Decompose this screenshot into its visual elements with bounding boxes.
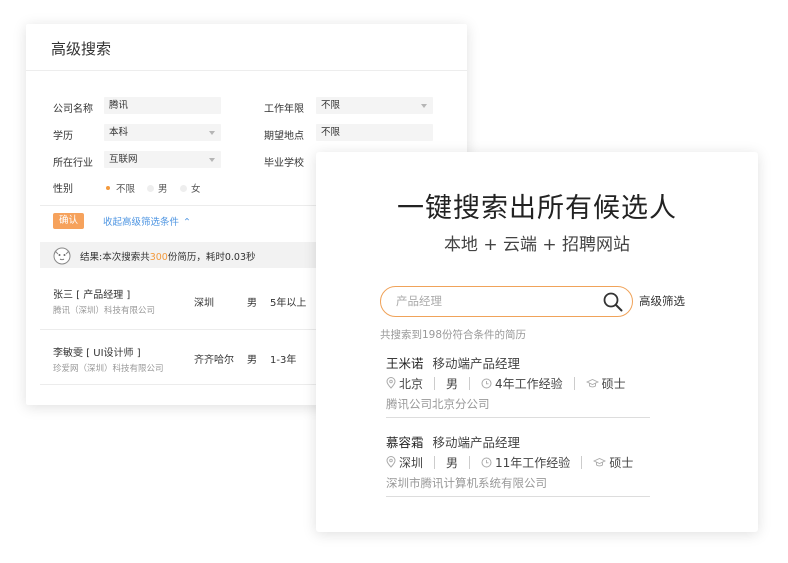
school-label: 毕业学校 [264,158,304,169]
gender-label: 性别 [53,184,73,195]
clock-icon [481,457,492,467]
meta-separator [434,455,436,469]
graduation-cap-icon [585,378,599,387]
meta-separator [469,455,471,469]
industry-select[interactable]: 互联网 [104,151,221,168]
education-label: 学历 [53,131,73,142]
row-name: 李敏雯 [ UI设计师 ] [53,348,141,359]
collapse-filters-link[interactable]: 收起高级筛选条件 ⌃ [103,214,191,228]
years-select[interactable]: 不限 [316,97,433,114]
education-value: 本科 [109,127,129,138]
candidate-city: 北京 [386,375,423,392]
result-count: 300 [149,252,168,263]
candidate-card[interactable]: 王米诺 移动端产品经理 北京 男 4年工作经验 硕士 腾讯公司北京分公司 [386,353,650,433]
collapse-label: 收起高级筛选条件 [103,217,180,228]
row-city: 深圳 [194,298,214,309]
candidate-meta: 北京 男 4年工作经验 硕士 [386,375,626,391]
header-divider [26,70,467,71]
radio-dot [180,184,187,192]
result-summary: 结果:本次搜索共300份简历，耗时0.03秒 [80,249,256,263]
degree-text: 硕士 [609,455,634,470]
candidate-name: 慕容霜 [386,435,424,450]
search-promo-panel: 一键搜索出所有候选人 本地 + 云端 + 招聘网站 高级筛选 共搜索到198份符… [316,152,758,532]
city-text: 北京 [399,376,424,391]
radio-label: 不限 [116,184,136,195]
candidate-city: 深圳 [386,454,423,471]
radio-dot [147,184,154,192]
candidate-company: 深圳市腾讯计算机系统有限公司 [386,476,547,490]
company-label: 公司名称 [53,104,93,115]
candidate-meta: 深圳 男 11年工作经验 硕士 [386,454,633,470]
location-label: 期望地点 [264,131,304,142]
location-pin-icon [386,456,396,468]
row-company: 腾讯（深圳）科技有限公司 [53,306,156,316]
industry-label: 所在行业 [53,158,93,169]
confirm-button[interactable]: 确认 [53,213,84,229]
candidate-position: 移动端产品经理 [432,435,521,450]
mascot-icon [53,247,71,265]
experience-text: 11年工作经验 [495,455,571,470]
chevron-down-icon [421,104,427,108]
chevron-up-icon: ⌃ [183,217,191,228]
years-value: 不限 [321,100,341,111]
headline: 一键搜索出所有候选人 [397,193,677,224]
radio-dot [106,186,110,190]
advanced-filter-link[interactable]: 高级筛选 [639,293,685,309]
search-input[interactable] [396,287,596,315]
chevron-down-icon [209,131,215,135]
degree-text: 硕士 [601,376,626,391]
candidate-heading: 慕容霜 移动端产品经理 [386,432,520,451]
graduation-cap-icon [593,457,607,466]
meta-separator [573,376,575,390]
candidate-gender: 男 [446,455,459,470]
row-gender: 男 [247,298,257,309]
education-select[interactable]: 本科 [104,124,221,141]
company-field[interactable]: 腾讯 [104,97,221,114]
candidate-experience: 4年工作经验 [481,375,563,392]
radio-label: 男 [158,184,168,195]
candidate-company: 腾讯公司北京分公司 [386,397,490,411]
gender-radio-female[interactable]: 女 [180,181,201,195]
row-city: 齐齐哈尔 [194,355,234,366]
result-count-text: 共搜索到198份符合条件的简历 [380,329,527,341]
row-name: 张三 [ 产品经理 ] [53,290,131,301]
candidate-divider [386,496,650,497]
result-suffix: 份简历，耗时0.03秒 [167,252,256,263]
meta-separator [469,376,471,390]
candidate-divider [386,417,650,418]
row-gender: 男 [247,355,257,366]
row-years: 1-3年 [270,355,297,366]
candidate-card[interactable]: 慕容霜 移动端产品经理 深圳 男 11年工作经验 硕士 深圳市腾讯计算机系统有限公… [386,432,650,512]
candidate-position: 移动端产品经理 [432,356,521,371]
search-box[interactable] [380,286,633,317]
experience-text: 4年工作经验 [495,376,563,391]
chevron-down-icon [209,158,215,162]
candidate-gender: 男 [446,376,459,391]
row-company: 珍爱网（深圳）科技有限公司 [53,364,164,374]
city-text: 深圳 [399,455,424,470]
meta-separator [434,376,436,390]
candidate-heading: 王米诺 移动端产品经理 [386,353,520,372]
candidate-degree: 硕士 [593,454,633,471]
industry-value: 互联网 [109,154,138,165]
location-field[interactable]: 不限 [316,124,433,141]
location-pin-icon [386,377,396,389]
gender-radio-any[interactable]: 不限 [104,181,135,195]
candidate-experience: 11年工作经验 [481,454,570,471]
years-label: 工作年限 [264,104,304,115]
radio-label: 女 [191,184,201,195]
candidate-degree: 硕士 [585,375,626,392]
candidate-name: 王米诺 [386,356,424,371]
subheadline: 本地 + 云端 + 招聘网站 [443,235,631,255]
clock-icon [481,378,492,388]
search-icon[interactable] [602,291,624,313]
panel-title: 高级搜索 [51,40,112,58]
meta-separator [581,455,583,469]
gender-radio-male[interactable]: 男 [147,181,168,195]
row-years: 5年以上 [270,298,307,309]
result-prefix: 结果:本次搜索共 [80,252,150,263]
